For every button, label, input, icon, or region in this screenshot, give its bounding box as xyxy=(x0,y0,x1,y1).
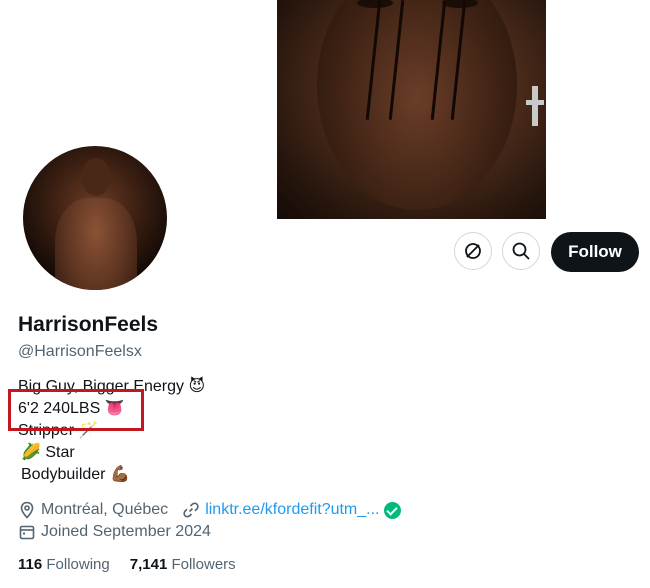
user-handle: @HarrisonFeelsx xyxy=(18,343,142,360)
website-item[interactable]: linktr.ee/kfordefit?utm_... xyxy=(182,501,401,519)
calendar-icon xyxy=(19,525,35,540)
search-button[interactable] xyxy=(502,232,540,270)
follow-stats: 116 Following 7,141 Followers xyxy=(18,556,256,573)
bio-line: Bodybuilder 💪🏾 xyxy=(21,466,130,483)
search-icon xyxy=(512,242,530,260)
location-icon xyxy=(20,501,34,519)
banner-face xyxy=(317,0,517,210)
joined-item: Joined September 2024 xyxy=(18,523,211,541)
followers-stat[interactable]: 7,141 Followers xyxy=(130,556,236,573)
location-text: Montréal, Québec xyxy=(41,501,169,518)
location-item: Montréal, Québec xyxy=(18,501,168,519)
highlight-annotation-box xyxy=(8,389,144,431)
joined-text: Joined September 2024 xyxy=(41,523,211,540)
website-link[interactable]: linktr.ee/kfordefit?utm_... xyxy=(205,501,379,519)
profile-meta: Montréal, Québec linktr.ee/kfordefit?utm… xyxy=(18,499,415,543)
following-stat[interactable]: 116 Following xyxy=(18,556,110,573)
banner-eye-left xyxy=(357,0,393,8)
bio-line: 🌽 Star xyxy=(21,444,75,461)
banner-earring xyxy=(526,86,544,126)
grok-button[interactable] xyxy=(454,232,492,270)
following-label: Following xyxy=(46,556,110,573)
followers-count: 7,141 xyxy=(129,556,168,573)
follow-button[interactable]: Follow xyxy=(551,232,639,272)
avatar-torso xyxy=(55,198,137,290)
display-name: HarrisonFeels xyxy=(18,313,159,336)
banner-eye-right xyxy=(442,0,478,8)
avatar-head xyxy=(81,158,111,196)
grok-icon xyxy=(465,243,481,259)
verified-badge-icon xyxy=(383,501,401,519)
profile-avatar[interactable] xyxy=(20,143,170,293)
followers-label: Followers xyxy=(171,556,236,573)
link-icon xyxy=(183,502,199,518)
profile-banner[interactable] xyxy=(277,0,546,219)
following-count: 116 xyxy=(18,556,43,573)
